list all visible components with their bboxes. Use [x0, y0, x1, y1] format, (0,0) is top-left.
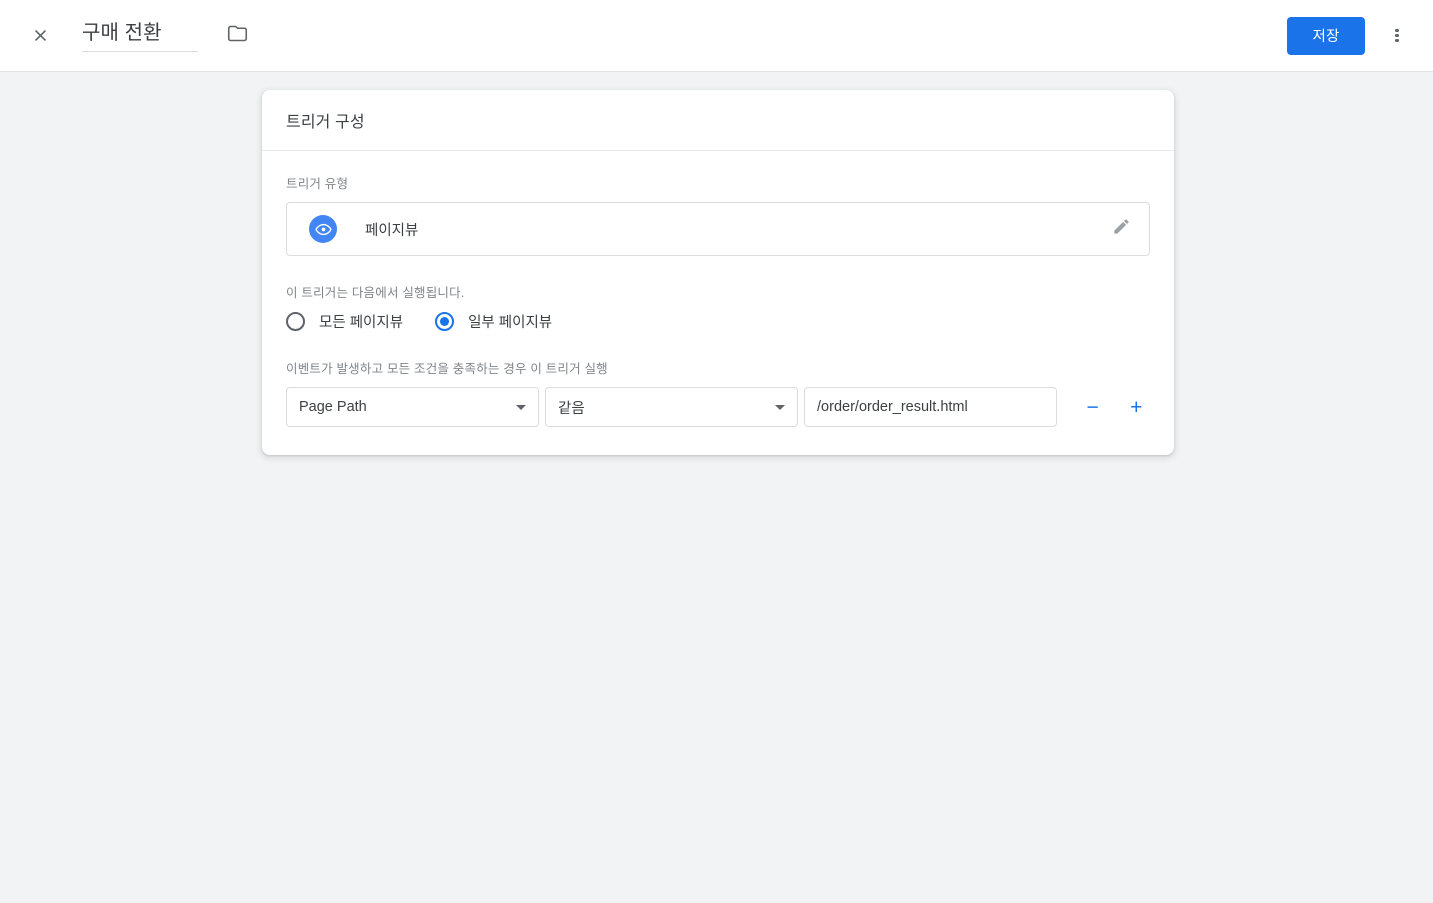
trigger-type-row[interactable]: 페이지뷰 — [286, 202, 1150, 256]
condition-value-input[interactable] — [804, 387, 1057, 427]
more-menu-button[interactable] — [1377, 16, 1417, 56]
save-button[interactable]: 저장 — [1287, 16, 1365, 55]
remove-condition-button[interactable]: − — [1079, 393, 1107, 421]
folder-icon — [227, 23, 248, 49]
trigger-type-value: 페이지뷰 — [365, 222, 419, 239]
condition-variable-select[interactable]: Page Path — [286, 387, 540, 427]
fire-on-section: 이 트리거는 다음에서 실행됩니다. 모든 페이지뷰 일부 페이지뷰 — [286, 282, 1150, 332]
trigger-type-label: 트리거 유형 — [286, 177, 349, 191]
radio-all-pageviews[interactable]: 모든 페이지뷰 — [286, 311, 403, 332]
fire-on-label: 이 트리거는 다음에서 실행됩니다. — [286, 286, 465, 300]
radio-circle-selected-icon — [435, 312, 455, 331]
add-condition-button[interactable]: + — [1122, 393, 1150, 421]
condition-row: Page Path 같음 − + — [286, 387, 1150, 427]
conditions-section: 이벤트가 발생하고 모든 조건을 충족하는 경우 이 트리거 실행 Page P… — [286, 358, 1150, 427]
pencil-icon — [1112, 217, 1131, 241]
radio-circle-icon — [286, 312, 305, 331]
radio-some-pageviews[interactable]: 일부 페이지뷰 — [435, 311, 552, 332]
header-actions: 저장 — [1287, 16, 1417, 56]
chevron-down-icon — [516, 404, 527, 410]
title-underline — [82, 50, 198, 52]
condition-operator-select[interactable]: 같음 — [545, 387, 799, 427]
card-header: 트리거 구성 — [262, 90, 1174, 151]
radio-all-pageviews-label: 모든 페이지뷰 — [319, 315, 404, 331]
close-icon — [31, 26, 50, 45]
folder-button[interactable] — [220, 19, 254, 53]
eye-icon — [309, 215, 337, 243]
close-button[interactable] — [20, 16, 60, 56]
card-title: 트리거 구성 — [286, 114, 365, 131]
trigger-name-field[interactable]: 구매 전환 — [82, 20, 198, 52]
card-body: 트리거 유형 페이지뷰 이 트리거는 다음에서 실행됩니다. 모든 페이지뷰 일… — [262, 151, 1174, 455]
condition-variable-value: Page Path — [299, 399, 367, 415]
top-bar: 구매 전환 저장 — [0, 0, 1433, 72]
trigger-configuration-card: 트리거 구성 트리거 유형 페이지뷰 이 트리거는 다음에서 실행됩니다. 모든… — [262, 90, 1174, 455]
chevron-down-icon — [775, 404, 786, 410]
conditions-label: 이벤트가 발생하고 모든 조건을 충족하는 경우 이 트리거 실행 — [286, 362, 608, 376]
more-vertical-icon — [1395, 27, 1399, 44]
radio-some-pageviews-label: 일부 페이지뷰 — [468, 315, 553, 331]
condition-operator-value: 같음 — [558, 400, 585, 417]
page-content: 트리거 구성 트리거 유형 페이지뷰 이 트리거는 다음에서 실행됩니다. 모든… — [0, 72, 1433, 902]
page-title[interactable]: 구매 전환 — [82, 20, 198, 50]
fire-on-radio-group: 모든 페이지뷰 일부 페이지뷰 — [286, 311, 1150, 332]
edit-trigger-type-button[interactable] — [1107, 215, 1135, 243]
